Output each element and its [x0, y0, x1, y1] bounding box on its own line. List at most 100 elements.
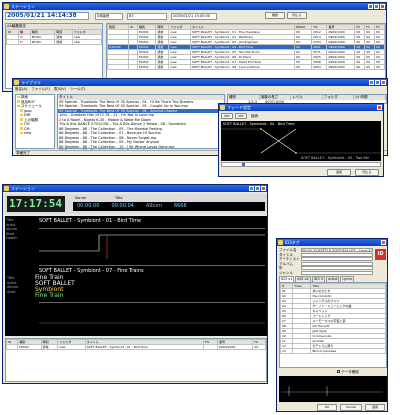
- db-field[interactable]: DB接続: [95, 13, 123, 20]
- meta-start: Fine Train: [35, 292, 64, 299]
- table-cell: 00: [354, 64, 366, 70]
- time-counters: 00:00:00 00:00:04 Album 6666: [73, 202, 265, 211]
- ok-button[interactable]: OK: [317, 404, 337, 411]
- side-info-label: FadeIn: [6, 236, 18, 240]
- tag-waveform[interactable]: [279, 376, 387, 402]
- close-icon[interactable]: [377, 105, 382, 110]
- window1-title: ステーション: [11, 4, 35, 9]
- table-cell: 0909/1000: [326, 64, 356, 70]
- counter-label: Album: [145, 203, 162, 209]
- confirm-button[interactable]: 確認: [265, 12, 285, 19]
- window4-titlebar[interactable]: ステーション: [3, 185, 267, 192]
- column-header[interactable]: フォルダ: [323, 95, 355, 100]
- maximize-icon[interactable]: [375, 80, 380, 85]
- table-row[interactable]: M MUSIC 通常 new: [5, 38, 103, 45]
- cancel-button[interactable]: Cancel: [340, 404, 362, 411]
- tag-field-row: ジャンル: [279, 271, 373, 276]
- folder-icon: [17, 95, 20, 98]
- table-cell: SOFT BALLET - Symbiont - 01 - Bird Time: [84, 344, 204, 350]
- clock-display: 17:17:54: [7, 196, 65, 212]
- tag-field-input[interactable]: [301, 257, 373, 262]
- tag-field-input[interactable]: [301, 270, 373, 275]
- waveform-now[interactable]: [39, 228, 265, 266]
- tree-item-label: CM: [24, 122, 30, 126]
- table-row[interactable]: MUSIC 通常 new SOFT BALLET - Symbiont - 08 - …: [106, 64, 385, 70]
- table-cell: 通常: [40, 344, 59, 350]
- minimize-icon[interactable]: [368, 4, 373, 9]
- tag-field-input[interactable]: [301, 261, 373, 266]
- tree-item-label: new: [24, 131, 32, 135]
- folder-icon: [17, 104, 20, 107]
- window2-menubar: 設定(A) ファイル(F) 表示(V) ツール(T): [13, 86, 387, 92]
- waveform-next-graph: [39, 322, 265, 324]
- clock-bar: 17:17:54 Server Title 00:00:00 00:00:04 …: [5, 194, 267, 214]
- close-icon[interactable]: [380, 4, 385, 9]
- apply-button[interactable]: 適用: [327, 169, 351, 176]
- table-cell: 2953: [311, 64, 328, 70]
- window5-titlebar[interactable]: ID3タグ: [277, 239, 387, 246]
- folder-icon: [20, 109, 23, 112]
- close-button[interactable]: 閉じる: [287, 12, 307, 19]
- app-icon: [4, 4, 9, 9]
- tag-field-input[interactable]: [301, 252, 373, 257]
- menu-item[interactable]: ツール(T): [70, 86, 85, 92]
- onair-table: ID 種別 時間 フォルダ タイトル TIV 番号 F0 MUSIC 通常 new SOFT BAL…: [5, 339, 266, 350]
- table-cell: 0000/1000: [216, 344, 254, 350]
- table-cell: new: [57, 344, 86, 350]
- maximize-icon[interactable]: [374, 4, 379, 9]
- table-cell: 00: [364, 64, 376, 70]
- close-icon[interactable]: [381, 240, 386, 245]
- apply-button[interactable]: 適用: [365, 404, 385, 411]
- minimize-icon[interactable]: [369, 80, 374, 85]
- fade-slider[interactable]: [221, 162, 381, 167]
- tree-item-label: 追加BGT: [21, 99, 36, 104]
- menu-item[interactable]: ファイル(F): [31, 86, 50, 92]
- tag-field-input[interactable]: [301, 266, 373, 271]
- set-button-b[interactable]: SET: [235, 113, 247, 119]
- set-button-a[interactable]: SET: [221, 113, 233, 119]
- app-icon: [4, 186, 9, 191]
- window5-title: ID3タグ: [285, 240, 300, 245]
- table-cell: new: [71, 38, 103, 45]
- folder-icon: [20, 113, 23, 116]
- now-playing: SOFT BALLET - Symbiont - 01 - Bird Time: [39, 218, 142, 224]
- slider-thumb[interactable]: [242, 163, 245, 166]
- onair-list: ID 種別 時間 フォルダ タイトル TIV 番号 F0 MUSIC 通常 new SOFT BAL…: [5, 338, 267, 382]
- tag-field-input[interactable]: 09 Of 23 RATTLE SOFT BALLET - Love AU: [301, 248, 373, 253]
- column-header[interactable]: レベル: [291, 95, 323, 100]
- window3-title: フェード設定: [227, 105, 251, 110]
- close-icon[interactable]: [261, 186, 266, 191]
- tree-item-label: 上の階層: [24, 117, 38, 122]
- schedule-field[interactable]: 2005/01/21 15:00:00: [171, 13, 217, 20]
- label-server: Server: [75, 196, 87, 200]
- checkbox-icon[interactable]: [337, 370, 340, 373]
- close-button[interactable]: 閉じる: [355, 169, 379, 176]
- station-id-field[interactable]: B7: [127, 13, 167, 20]
- window2-titlebar[interactable]: ライブラリ: [13, 79, 387, 86]
- minimize-icon[interactable]: [249, 186, 254, 191]
- table-cell: 00: [374, 64, 385, 70]
- counter-value: 6666: [173, 203, 187, 209]
- maximize-icon[interactable]: [255, 186, 260, 191]
- check-text: データ確認: [341, 370, 359, 374]
- tree-item-label: DIR: [24, 113, 31, 117]
- left-table: ID 種種別 時間 フォルダ M MUSIC 通常 new M MUSIC 通常 new: [5, 28, 103, 45]
- track-table: Tr Time Title 01 あいのかたち 02 the romantic 03 ジャング…: [279, 283, 386, 354]
- fade-graph[interactable]: SOFT BALLET - Symbiont - 04 - Bird Time …: [221, 121, 381, 161]
- tree-item-label: スケジュール: [21, 104, 42, 108]
- waveform-next[interactable]: [39, 302, 265, 332]
- table-row[interactable]: MUSIC 通常 new SOFT BALLET - Symbiont - 01 - …: [5, 344, 266, 350]
- table-cell: 00: [252, 344, 266, 350]
- menu-item[interactable]: 表示(V): [54, 86, 66, 92]
- table-cell: [202, 344, 219, 350]
- window3-titlebar[interactable]: フェード設定: [219, 104, 383, 111]
- column-header[interactable]: LV 時間: [354, 95, 386, 100]
- window2-title: ライブラリ: [21, 80, 41, 85]
- table-row[interactable]: 13 Bird of paradise: [279, 348, 386, 354]
- window1-titlebar[interactable]: ステーション: [3, 3, 386, 10]
- menu-item[interactable]: 設定(A): [15, 86, 27, 92]
- table-cell: MUSIC: [29, 38, 56, 45]
- close-icon[interactable]: [381, 80, 386, 85]
- next-meta-values: Fine Train SOFT BALLET Symbiont Fine Tra…: [35, 275, 155, 299]
- tree-item[interactable]: new: [16, 131, 54, 136]
